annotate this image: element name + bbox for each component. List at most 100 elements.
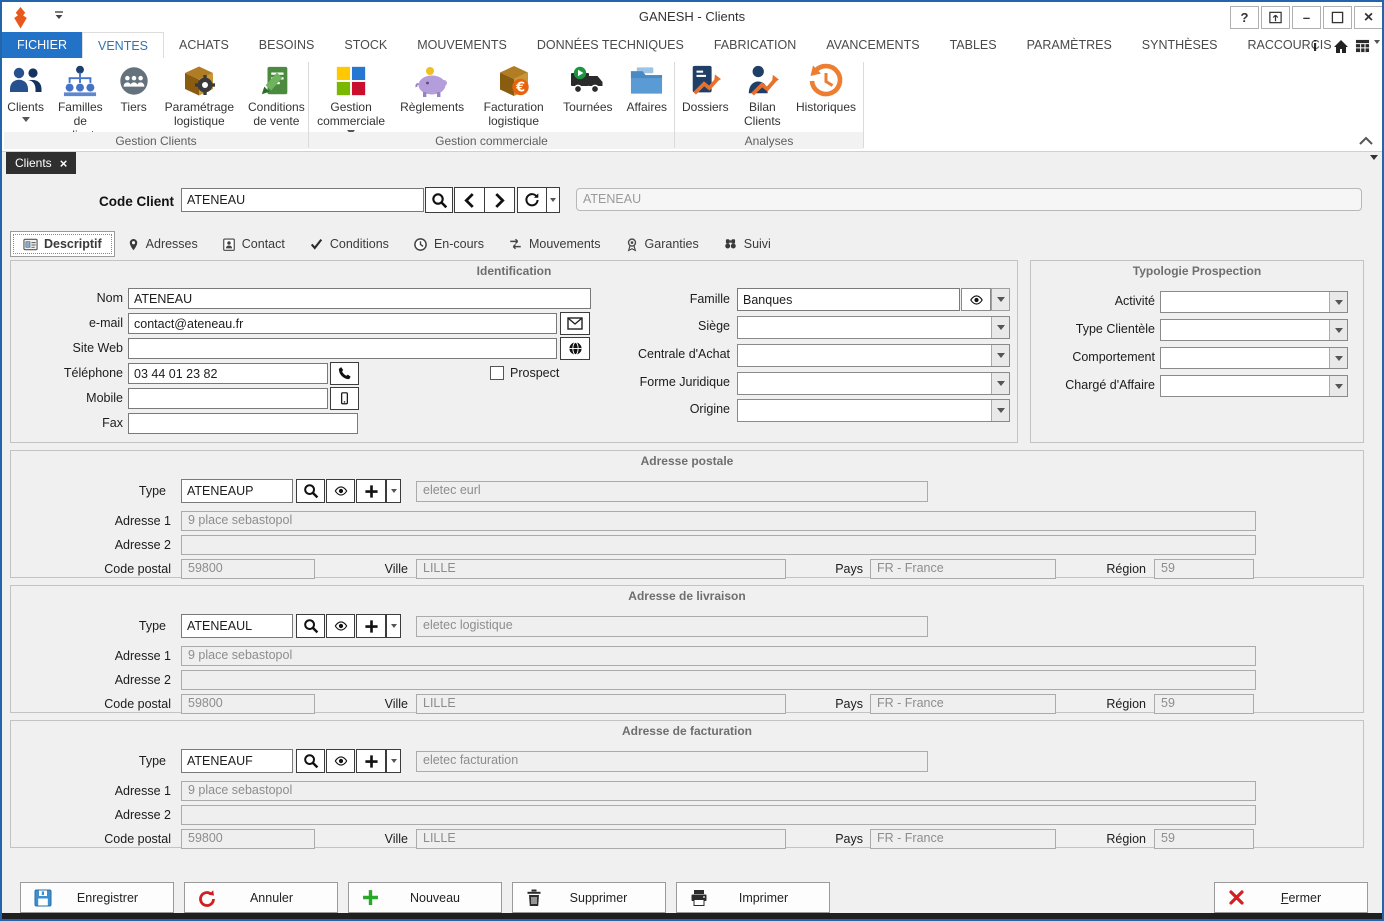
charge-affaire-combobox[interactable] [1160,375,1348,397]
comportement-combobox[interactable] [1160,347,1348,369]
refresh-options-dropdown[interactable] [546,187,560,213]
ribbon-collapse-icon[interactable] [1359,136,1373,146]
ribbon-tournees-button[interactable]: Tournées [556,59,619,114]
call-mobile-button[interactable] [330,387,359,410]
dropdown-button[interactable] [1329,348,1347,368]
dropdown-button[interactable] [991,400,1009,421]
adresse-facturation-search-button[interactable] [296,749,325,773]
close-form-button[interactable]: Fermer [1214,882,1368,913]
dropdown-button[interactable] [1329,292,1347,312]
next-record-button[interactable] [484,187,515,213]
adresse-postale-view-button[interactable] [326,479,355,503]
adresse-facturation-type-input[interactable] [181,749,293,773]
ribbon-tiers-button[interactable]: Tiers [110,59,158,114]
info-icon[interactable]: i [1313,38,1317,55]
tab-en-cours[interactable]: En-cours [401,231,496,257]
activite-combobox[interactable] [1160,291,1348,313]
menu-tab-parametres[interactable]: PARAMÈTRES [1012,32,1127,58]
ribbon-affaires-button[interactable]: Affaires [620,59,674,114]
famille-view-button[interactable] [961,288,991,311]
telephone-input[interactable] [128,363,328,384]
prospect-checkbox[interactable] [490,366,504,380]
dropdown-button[interactable] [1329,320,1347,340]
adresse-livraison-search-button[interactable] [296,614,325,638]
type-clientele-combobox[interactable] [1160,319,1348,341]
site-web-input[interactable] [128,338,557,359]
menu-tab-tables[interactable]: TABLES [935,32,1012,58]
tab-mouvements[interactable]: Mouvements [496,231,613,257]
help-button[interactable]: ? [1230,6,1259,29]
menu-tab-syntheses[interactable]: SYNTHÈSES [1127,32,1233,58]
previous-record-button[interactable] [454,187,485,213]
home-icon[interactable] [1333,39,1349,54]
ribbon-gestion-commerciale-button[interactable]: Gestion commerciale [309,59,393,135]
tab-conditions[interactable]: Conditions [297,231,401,257]
minimize-button[interactable]: – [1292,6,1321,29]
adresse-livraison-type-input[interactable] [181,614,293,638]
tab-adresses[interactable]: Adresses [115,231,210,257]
call-phone-button[interactable] [330,362,359,385]
ribbon-conditions-de-vente-button[interactable]: Conditions de vente [241,59,312,128]
adresse-postale-add-dropdown[interactable] [386,479,401,503]
tab-close-icon[interactable]: × [60,156,68,171]
dropdown-button[interactable] [991,317,1009,338]
menu-tab-achats[interactable]: ACHATS [164,32,244,58]
close-button[interactable]: × [1354,6,1383,29]
forme-juridique-combobox[interactable] [737,372,1010,395]
adresse-postale-type-input[interactable] [181,479,293,503]
tab-descriptif[interactable]: Descriptif [10,231,115,257]
document-tab-clients[interactable]: Clients × [6,152,76,174]
tab-suivi[interactable]: Suivi [711,231,783,257]
menu-tab-mouvements[interactable]: MOUVEMENTS [402,32,522,58]
cancel-button[interactable]: Annuler [184,882,338,913]
menu-tab-raccourcis[interactable]: RACCOURCIS [1233,32,1347,58]
menu-tab-stock[interactable]: STOCK [329,32,402,58]
menu-tab-fabrication[interactable]: FABRICATION [699,32,811,58]
dropdown-button[interactable] [991,345,1009,366]
menu-tab-avancements[interactable]: AVANCEMENTS [811,32,934,58]
ribbon-reglements-button[interactable]: Règlements [393,59,471,114]
nom-input[interactable] [128,288,591,309]
save-button[interactable]: Enregistrer [20,882,174,913]
print-button[interactable]: Imprimer [676,882,830,913]
ribbon-bilan-clients-button[interactable]: Bilan Clients [736,59,789,128]
adresse-facturation-add-button[interactable] [356,749,386,773]
tab-garanties[interactable]: Garanties [613,231,711,257]
menu-tab-besoins[interactable]: BESOINS [244,32,330,58]
adresse-livraison-view-button[interactable] [326,614,355,638]
adresse-facturation-add-dropdown[interactable] [386,749,401,773]
popup-window-button[interactable] [1261,6,1290,29]
maximize-button[interactable] [1323,6,1352,29]
adresse-facturation-view-button[interactable] [326,749,355,773]
dropdown-button[interactable] [1329,376,1347,396]
delete-button[interactable]: Supprimer [512,882,666,913]
ribbon-parametrage-logistique-button[interactable]: Paramétrage logistique [158,59,241,128]
ribbon-facturation-logistique-button[interactable]: € Facturation logistique [471,59,556,128]
menu-tab-ventes[interactable]: VENTES [82,32,164,58]
menu-tab-donnees-techniques[interactable]: DONNÉES TECHNIQUES [522,32,699,58]
siege-combobox[interactable] [737,316,1010,339]
famille-input[interactable] [737,288,960,311]
email-input[interactable] [128,313,557,334]
famille-dropdown[interactable] [991,288,1010,311]
adresse-postale-search-button[interactable] [296,479,325,503]
origine-combobox[interactable] [737,399,1010,422]
menu-tab-fichier[interactable]: FICHIER [2,32,82,58]
centrale-achat-combobox[interactable] [737,344,1010,367]
adresse-livraison-add-button[interactable] [356,614,386,638]
fax-input[interactable] [128,413,358,434]
adresse-livraison-add-dropdown[interactable] [386,614,401,638]
mobile-input[interactable] [128,388,328,409]
new-button[interactable]: Nouveau [348,882,502,913]
refresh-button[interactable] [517,187,547,213]
calculator-grid-icon[interactable] [1355,39,1370,53]
search-button[interactable] [425,187,453,213]
dropdown-button[interactable] [991,373,1009,394]
tab-contact[interactable]: Contact [210,231,297,257]
adresse-postale-add-button[interactable] [356,479,386,503]
ribbon-familles-de-client-button[interactable]: Familles de client [51,59,110,142]
code-client-input[interactable] [181,188,424,212]
ribbon-clients-button[interactable]: Clients [0,59,51,122]
ribbon-historiques-button[interactable]: Historiques [789,59,863,114]
ribbon-dossiers-button[interactable]: Dossiers [675,59,736,114]
